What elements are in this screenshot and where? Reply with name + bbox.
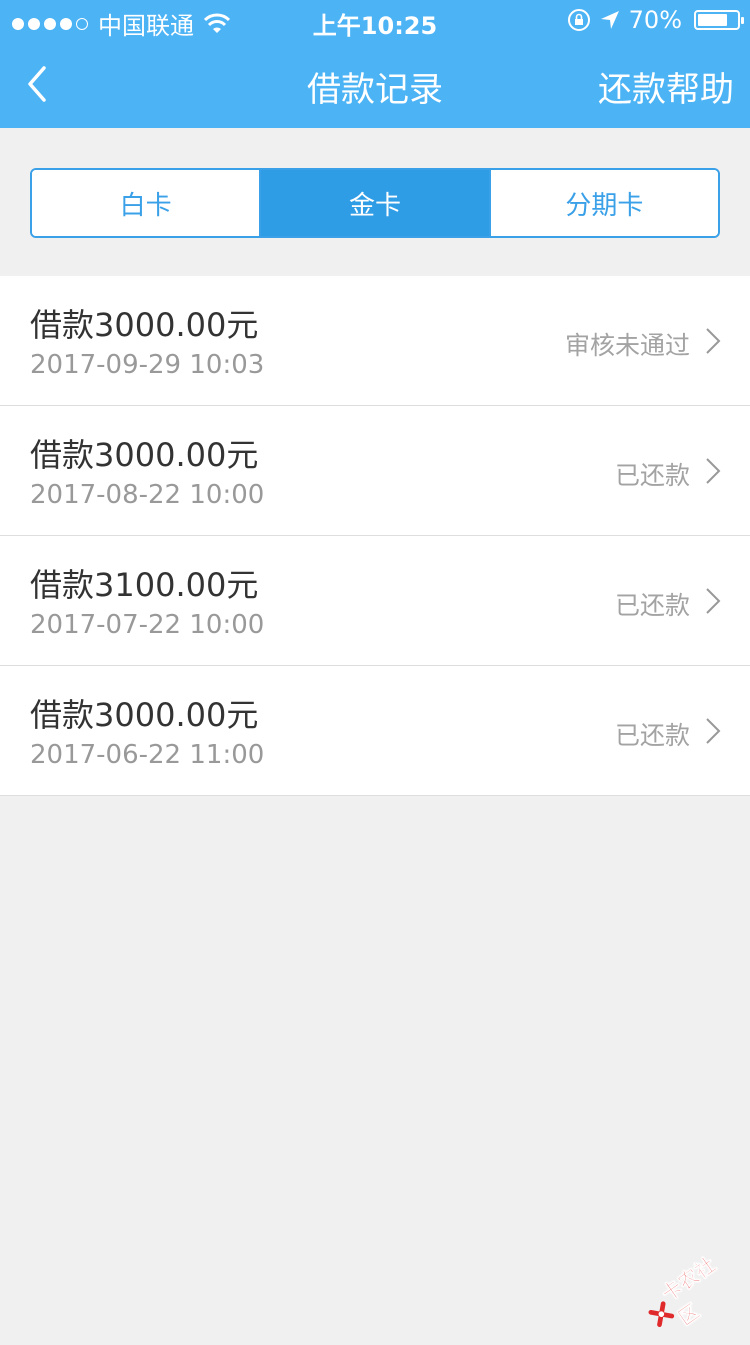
loan-amount: 借款3100.00元 [30, 560, 258, 606]
status-right: 70% [567, 6, 740, 34]
orientation-lock-icon [567, 8, 591, 32]
loan-amount: 借款3000.00元 [30, 430, 258, 476]
location-arrow-icon [599, 9, 621, 31]
card-type-tabs: 白卡 金卡 分期卡 [30, 168, 720, 238]
navigation-bar: 借款记录 还款帮助 [0, 40, 750, 128]
loan-status: 已还款 [615, 716, 690, 752]
loan-status: 审核未通过 [565, 326, 690, 362]
tab-installment-card[interactable]: 分期卡 [489, 170, 718, 236]
chevron-right-icon [704, 716, 722, 746]
tab-white-card[interactable]: 白卡 [32, 170, 259, 236]
battery-percent: 70% [629, 6, 682, 34]
chevron-right-icon [704, 456, 722, 486]
loan-status: 已还款 [615, 456, 690, 492]
repayment-help-button[interactable]: 还款帮助 [598, 62, 734, 111]
loan-record-list: 借款3000.00元 2017-09-29 10:03 审核未通过 借款3000… [0, 276, 750, 796]
tab-gold-card[interactable]: 金卡 [259, 170, 488, 236]
loan-date: 2017-07-22 10:00 [30, 610, 264, 640]
loan-status: 已还款 [615, 586, 690, 622]
chevron-right-icon [704, 586, 722, 616]
loan-amount: 借款3000.00元 [30, 690, 258, 736]
status-bar: 中国联通 上午10:25 70% [0, 0, 750, 40]
loan-date: 2017-06-22 11:00 [30, 740, 264, 770]
list-item[interactable]: 借款3000.00元 2017-08-22 10:00 已还款 [0, 406, 750, 536]
header-bar: 中国联通 上午10:25 70% [0, 0, 750, 128]
loan-amount: 借款3000.00元 [30, 300, 258, 346]
list-item[interactable]: 借款3000.00元 2017-06-22 11:00 已还款 [0, 666, 750, 796]
list-item[interactable]: 借款3100.00元 2017-07-22 10:00 已还款 [0, 536, 750, 666]
watermark: 卡农社区 [636, 1239, 750, 1344]
loan-date: 2017-09-29 10:03 [30, 350, 264, 380]
chevron-right-icon [704, 326, 722, 356]
loan-date: 2017-08-22 10:00 [30, 480, 264, 510]
battery-icon [694, 10, 740, 30]
list-item[interactable]: 借款3000.00元 2017-09-29 10:03 审核未通过 [0, 276, 750, 406]
